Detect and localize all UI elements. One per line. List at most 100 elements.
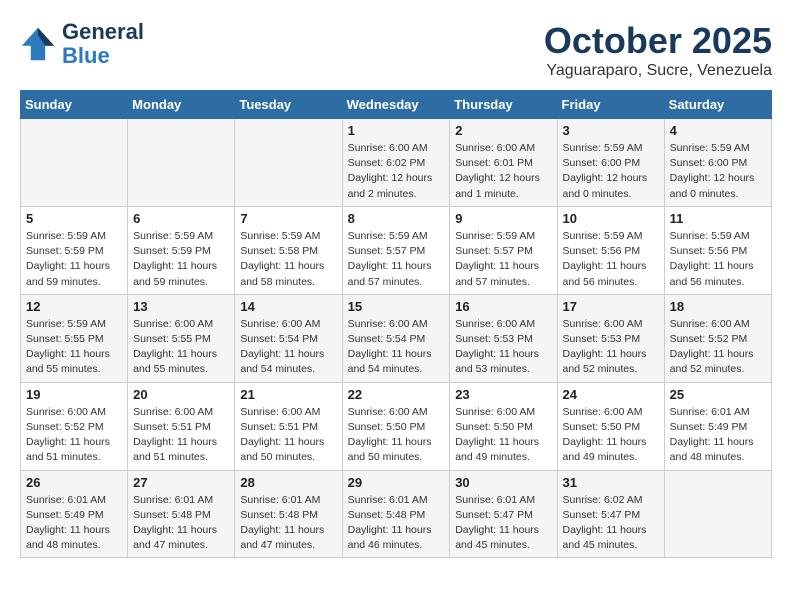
day-cell: 25 Sunrise: 6:01 AM Sunset: 5:49 PM Dayli… <box>664 382 771 470</box>
day-info: Sunrise: 6:00 AM Sunset: 5:54 PM Dayligh… <box>240 317 336 378</box>
day-cell: 21 Sunrise: 6:00 AM Sunset: 5:51 PM Dayli… <box>235 382 342 470</box>
day-cell <box>21 119 128 207</box>
day-number: 14 <box>240 299 336 314</box>
day-number: 30 <box>455 475 551 490</box>
day-info: Sunrise: 6:00 AM Sunset: 5:55 PM Dayligh… <box>133 317 229 378</box>
day-info: Sunrise: 5:59 AM Sunset: 5:59 PM Dayligh… <box>133 229 229 290</box>
day-number: 3 <box>563 123 659 138</box>
calendar-header-row: SundayMondayTuesdayWednesdayThursdayFrid… <box>21 91 772 119</box>
day-number: 18 <box>670 299 766 314</box>
day-number: 20 <box>133 387 229 402</box>
day-number: 28 <box>240 475 336 490</box>
day-number: 12 <box>26 299 122 314</box>
day-info: Sunrise: 6:00 AM Sunset: 5:52 PM Dayligh… <box>26 405 122 466</box>
day-number: 21 <box>240 387 336 402</box>
day-cell: 5 Sunrise: 5:59 AM Sunset: 5:59 PM Daylig… <box>21 206 128 294</box>
day-info: Sunrise: 5:59 AM Sunset: 5:59 PM Dayligh… <box>26 229 122 290</box>
day-info: Sunrise: 6:00 AM Sunset: 5:50 PM Dayligh… <box>563 405 659 466</box>
day-cell <box>128 119 235 207</box>
header-sunday: Sunday <box>21 91 128 119</box>
day-number: 2 <box>455 123 551 138</box>
day-number: 6 <box>133 211 229 226</box>
day-number: 29 <box>348 475 445 490</box>
day-cell: 30Sunrise: 6:01 AM Sunset: 5:47 PM Dayli… <box>450 470 557 558</box>
day-info: Sunrise: 6:01 AM Sunset: 5:49 PM Dayligh… <box>670 405 766 466</box>
day-number: 22 <box>348 387 445 402</box>
calendar-table: SundayMondayTuesdayWednesdayThursdayFrid… <box>20 90 772 558</box>
day-cell: 22 Sunrise: 6:00 AM Sunset: 5:50 PM Dayli… <box>342 382 450 470</box>
day-cell: 31 Sunrise: 6:02 AM Sunset: 5:47 PM Dayli… <box>557 470 664 558</box>
day-cell <box>235 119 342 207</box>
week-row-5: 26Sunrise: 6:01 AM Sunset: 5:49 PM Dayli… <box>21 470 772 558</box>
day-info: Sunrise: 6:01 AM Sunset: 5:48 PM Dayligh… <box>348 493 445 554</box>
day-cell: 6 Sunrise: 5:59 AM Sunset: 5:59 PM Daylig… <box>128 206 235 294</box>
day-number: 17 <box>563 299 659 314</box>
header-thursday: Thursday <box>450 91 557 119</box>
day-info: Sunrise: 5:59 AM Sunset: 5:55 PM Dayligh… <box>26 317 122 378</box>
day-number: 31 <box>563 475 659 490</box>
day-info: Sunrise: 5:59 AM Sunset: 5:58 PM Dayligh… <box>240 229 336 290</box>
day-cell: 14 Sunrise: 6:00 AM Sunset: 5:54 PM Dayli… <box>235 294 342 382</box>
week-row-4: 19 Sunrise: 6:00 AM Sunset: 5:52 PM Dayli… <box>21 382 772 470</box>
day-number: 25 <box>670 387 766 402</box>
week-row-1: 1 Sunrise: 6:00 AM Sunset: 6:02 PM Daylig… <box>21 119 772 207</box>
day-cell: 17 Sunrise: 6:00 AM Sunset: 5:53 PM Dayli… <box>557 294 664 382</box>
day-info: Sunrise: 6:01 AM Sunset: 5:48 PM Dayligh… <box>133 493 229 554</box>
day-cell: 28 Sunrise: 6:01 AM Sunset: 5:48 PM Dayli… <box>235 470 342 558</box>
day-number: 16 <box>455 299 551 314</box>
week-row-3: 12 Sunrise: 5:59 AM Sunset: 5:55 PM Dayli… <box>21 294 772 382</box>
day-cell: 20 Sunrise: 6:00 AM Sunset: 5:51 PM Dayli… <box>128 382 235 470</box>
header-saturday: Saturday <box>664 91 771 119</box>
day-info: Sunrise: 6:00 AM Sunset: 5:54 PM Dayligh… <box>348 317 445 378</box>
week-row-2: 5 Sunrise: 5:59 AM Sunset: 5:59 PM Daylig… <box>21 206 772 294</box>
day-number: 1 <box>348 123 445 138</box>
day-number: 23 <box>455 387 551 402</box>
day-number: 8 <box>348 211 445 226</box>
location-subtitle: Yaguaraparo, Sucre, Venezuela <box>544 62 772 80</box>
day-number: 15 <box>348 299 445 314</box>
day-info: Sunrise: 5:59 AM Sunset: 6:00 PM Dayligh… <box>563 141 659 202</box>
logo-text: General Blue <box>62 20 144 68</box>
day-info: Sunrise: 5:59 AM Sunset: 6:00 PM Dayligh… <box>670 141 766 202</box>
day-info: Sunrise: 6:02 AM Sunset: 5:47 PM Dayligh… <box>563 493 659 554</box>
day-info: Sunrise: 6:00 AM Sunset: 5:53 PM Dayligh… <box>563 317 659 378</box>
day-number: 24 <box>563 387 659 402</box>
page-header: General Blue October 2025 Yaguaraparo, S… <box>20 20 772 80</box>
logo: General Blue <box>20 20 144 68</box>
day-info: Sunrise: 5:59 AM Sunset: 5:57 PM Dayligh… <box>348 229 445 290</box>
day-info: Sunrise: 6:00 AM Sunset: 5:50 PM Dayligh… <box>348 405 445 466</box>
month-title: October 2025 <box>544 20 772 62</box>
day-cell: 18 Sunrise: 6:00 AM Sunset: 5:52 PM Dayli… <box>664 294 771 382</box>
day-cell: 3 Sunrise: 5:59 AM Sunset: 6:00 PM Daylig… <box>557 119 664 207</box>
day-info: Sunrise: 6:01 AM Sunset: 5:48 PM Dayligh… <box>240 493 336 554</box>
day-info: Sunrise: 6:00 AM Sunset: 6:01 PM Dayligh… <box>455 141 551 202</box>
day-cell: 13Sunrise: 6:00 AM Sunset: 5:55 PM Dayli… <box>128 294 235 382</box>
day-info: Sunrise: 6:00 AM Sunset: 5:50 PM Dayligh… <box>455 405 551 466</box>
day-cell: 7Sunrise: 5:59 AM Sunset: 5:58 PM Daylig… <box>235 206 342 294</box>
day-info: Sunrise: 6:00 AM Sunset: 5:51 PM Dayligh… <box>240 405 336 466</box>
day-cell: 24 Sunrise: 6:00 AM Sunset: 5:50 PM Dayli… <box>557 382 664 470</box>
day-cell: 8 Sunrise: 5:59 AM Sunset: 5:57 PM Daylig… <box>342 206 450 294</box>
day-number: 27 <box>133 475 229 490</box>
day-cell: 27 Sunrise: 6:01 AM Sunset: 5:48 PM Dayli… <box>128 470 235 558</box>
title-block: October 2025 Yaguaraparo, Sucre, Venezue… <box>544 20 772 80</box>
day-info: Sunrise: 6:00 AM Sunset: 6:02 PM Dayligh… <box>348 141 445 202</box>
day-number: 19 <box>26 387 122 402</box>
day-cell: 15 Sunrise: 6:00 AM Sunset: 5:54 PM Dayli… <box>342 294 450 382</box>
day-cell: 1 Sunrise: 6:00 AM Sunset: 6:02 PM Daylig… <box>342 119 450 207</box>
header-wednesday: Wednesday <box>342 91 450 119</box>
day-info: Sunrise: 6:01 AM Sunset: 5:49 PM Dayligh… <box>26 493 122 554</box>
day-cell <box>664 470 771 558</box>
day-info: Sunrise: 6:00 AM Sunset: 5:52 PM Dayligh… <box>670 317 766 378</box>
day-cell: 11Sunrise: 5:59 AM Sunset: 5:56 PM Dayli… <box>664 206 771 294</box>
day-cell: 19 Sunrise: 6:00 AM Sunset: 5:52 PM Dayli… <box>21 382 128 470</box>
day-number: 5 <box>26 211 122 226</box>
day-info: Sunrise: 5:59 AM Sunset: 5:56 PM Dayligh… <box>670 229 766 290</box>
day-cell: 26Sunrise: 6:01 AM Sunset: 5:49 PM Dayli… <box>21 470 128 558</box>
day-number: 4 <box>670 123 766 138</box>
day-cell: 12 Sunrise: 5:59 AM Sunset: 5:55 PM Dayli… <box>21 294 128 382</box>
day-cell: 4 Sunrise: 5:59 AM Sunset: 6:00 PM Daylig… <box>664 119 771 207</box>
day-info: Sunrise: 6:00 AM Sunset: 5:51 PM Dayligh… <box>133 405 229 466</box>
day-info: Sunrise: 5:59 AM Sunset: 5:57 PM Dayligh… <box>455 229 551 290</box>
header-friday: Friday <box>557 91 664 119</box>
